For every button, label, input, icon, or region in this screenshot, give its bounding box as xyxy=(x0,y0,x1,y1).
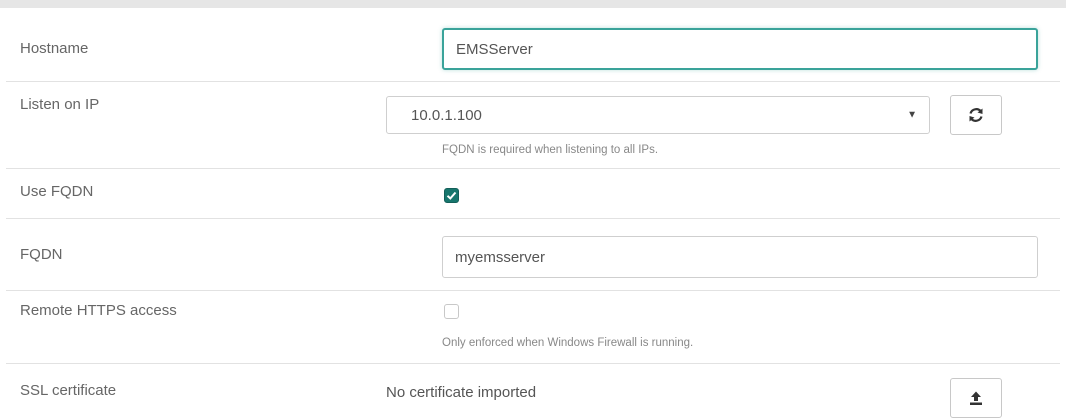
hostname-value: EMSServer xyxy=(456,40,533,58)
ssl-certificate-label: SSL certificate xyxy=(20,382,117,399)
listen-on-ip-label: Listen on IP xyxy=(20,96,100,113)
refresh-ip-button[interactable] xyxy=(950,95,1002,135)
listen-on-ip-help: FQDN is required when listening to all I… xyxy=(442,144,659,156)
remote-https-help: Only enforced when Windows Firewall is r… xyxy=(442,337,694,349)
hostname-label: Hostname xyxy=(20,40,89,57)
row-divider xyxy=(6,81,1060,82)
caret-down-icon: ▼ xyxy=(907,109,917,121)
refresh-icon xyxy=(969,108,983,122)
use-fqdn-checkbox[interactable] xyxy=(444,188,459,203)
remote-https-checkbox[interactable] xyxy=(444,304,459,319)
use-fqdn-label: Use FQDN xyxy=(20,183,94,200)
fqdn-label: FQDN xyxy=(20,246,63,263)
check-icon xyxy=(446,191,457,200)
settings-panel: Hostname EMSServer Listen on IP 10.0.1.1… xyxy=(0,0,1066,418)
listen-on-ip-selected: 10.0.1.100 xyxy=(411,106,482,124)
hostname-input[interactable]: EMSServer xyxy=(442,28,1038,70)
row-divider xyxy=(6,218,1060,219)
ssl-certificate-status: No certificate imported xyxy=(386,384,537,401)
row-divider xyxy=(6,290,1060,291)
upload-icon xyxy=(970,391,982,405)
remote-https-label: Remote HTTPS access xyxy=(20,302,177,319)
row-divider xyxy=(6,363,1060,364)
row-divider xyxy=(6,168,1060,169)
listen-on-ip-select[interactable]: 10.0.1.100 ▼ xyxy=(386,96,930,134)
fqdn-input[interactable]: myemsserver xyxy=(442,236,1038,278)
import-certificate-button[interactable] xyxy=(950,378,1002,418)
fqdn-value: myemsserver xyxy=(455,248,546,266)
